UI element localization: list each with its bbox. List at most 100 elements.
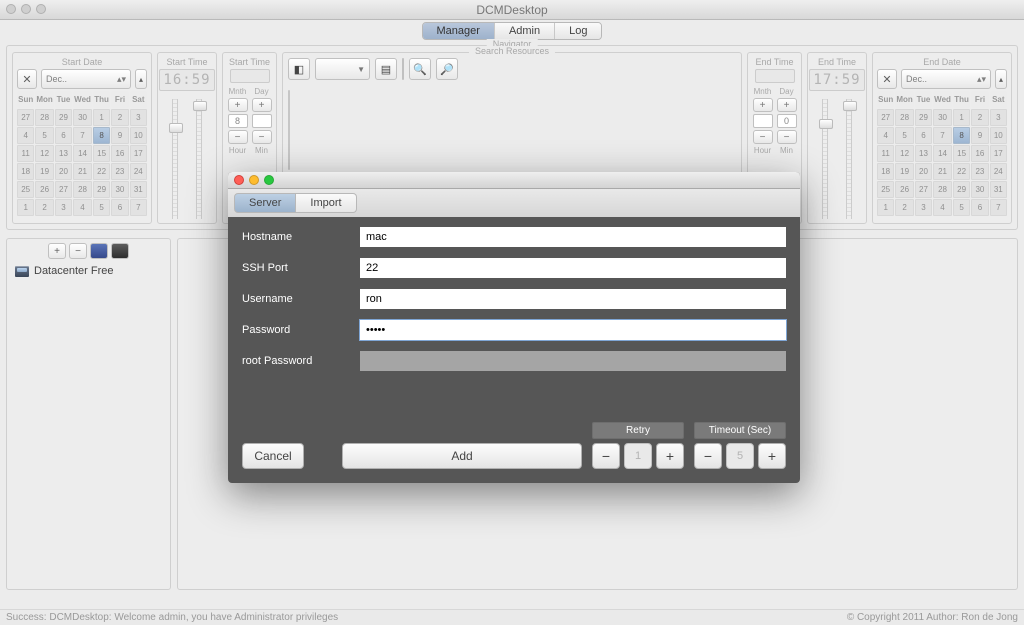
cal-day[interactable]: 16 (971, 145, 988, 162)
cal-day[interactable]: 17 (990, 145, 1007, 162)
cal-day[interactable]: 6 (971, 199, 988, 216)
add-button[interactable]: Add (342, 443, 582, 469)
cal-day[interactable]: 9 (971, 127, 988, 144)
cal-day[interactable]: 24 (130, 163, 147, 180)
cal-day[interactable]: 16 (111, 145, 128, 162)
tab-log[interactable]: Log (555, 23, 601, 39)
end-day-up[interactable]: + (777, 98, 797, 112)
cal-day[interactable]: 20 (55, 163, 72, 180)
cal-day[interactable]: 26 (35, 181, 53, 198)
cal-day[interactable]: 3 (130, 109, 147, 126)
cal-day[interactable]: 29 (915, 109, 932, 126)
cal-day[interactable]: 25 (17, 181, 34, 198)
cal-day[interactable]: 27 (877, 109, 894, 126)
retry-plus-button[interactable]: + (656, 443, 684, 469)
cal-day[interactable]: 28 (35, 109, 53, 126)
hostname-input[interactable] (360, 227, 786, 247)
cal-day[interactable]: 20 (915, 163, 932, 180)
rootpw-input[interactable] (360, 351, 786, 371)
start-mnth-up[interactable]: + (228, 98, 248, 112)
cal-day[interactable]: 6 (915, 127, 932, 144)
tree-add-button[interactable]: + (48, 243, 66, 259)
cal-day[interactable]: 23 (111, 163, 128, 180)
cal-day[interactable]: 27 (915, 181, 932, 198)
cal-day[interactable]: 7 (73, 127, 92, 144)
tree-remove-button[interactable]: − (69, 243, 87, 259)
cal-day[interactable]: 4 (17, 127, 34, 144)
start-date-clear-button[interactable]: ✕ (17, 69, 37, 89)
end-date-year-stepper[interactable]: ▴ (995, 69, 1007, 89)
cal-day[interactable]: 13 (55, 145, 72, 162)
cal-day[interactable]: 30 (73, 109, 92, 126)
cal-day[interactable]: 7 (130, 199, 147, 216)
password-input[interactable] (360, 320, 786, 340)
start-day-up[interactable]: + (252, 98, 272, 112)
cal-day[interactable]: 10 (130, 127, 147, 144)
cal-day[interactable]: 10 (990, 127, 1007, 144)
search-type2-icon[interactable]: ▤ (375, 58, 397, 80)
cal-day[interactable]: 29 (93, 181, 110, 198)
cal-day[interactable]: 14 (73, 145, 92, 162)
cal-day[interactable]: 21 (933, 163, 952, 180)
cal-day[interactable]: 15 (93, 145, 110, 162)
dialog-close-icon[interactable] (234, 175, 244, 185)
zoom-icon[interactable] (36, 4, 46, 14)
cal-day[interactable]: 23 (971, 163, 988, 180)
search-type1-icon[interactable]: ◧ (288, 58, 310, 80)
cal-day[interactable]: 13 (915, 145, 932, 162)
cal-day[interactable]: 31 (130, 181, 147, 198)
cal-day[interactable]: 2 (971, 109, 988, 126)
cal-day[interactable]: 30 (933, 109, 952, 126)
minimize-icon[interactable] (21, 4, 31, 14)
cal-day[interactable]: 5 (35, 127, 53, 144)
cal-day[interactable]: 12 (35, 145, 53, 162)
end-mnth-up[interactable]: + (753, 98, 773, 112)
cal-day[interactable]: 22 (953, 163, 970, 180)
tree-node-datacenter[interactable]: Datacenter Free (11, 263, 166, 279)
cal-day[interactable]: 4 (73, 199, 92, 216)
cal-day[interactable]: 15 (953, 145, 970, 162)
cal-day[interactable]: 4 (877, 127, 894, 144)
search-input[interactable] (402, 58, 404, 80)
end-hour-slider[interactable] (819, 119, 833, 129)
cal-day[interactable]: 28 (73, 181, 92, 198)
cal-day[interactable]: 3 (915, 199, 932, 216)
start-date-month-select[interactable]: Dec..▴▾ (41, 69, 131, 89)
cal-day[interactable]: 11 (877, 145, 894, 162)
cal-day[interactable]: 18 (877, 163, 894, 180)
tab-admin[interactable]: Admin (495, 23, 555, 39)
search-go-icon[interactable]: 🔍 (409, 58, 431, 80)
search-remote-icon[interactable]: 🔎 (436, 58, 458, 80)
cal-day[interactable]: 27 (55, 181, 72, 198)
cal-day[interactable]: 30 (971, 181, 988, 198)
dialog-tab-import[interactable]: Import (296, 193, 356, 213)
dialog-tab-server[interactable]: Server (234, 193, 296, 213)
cal-day[interactable]: 31 (990, 181, 1007, 198)
cal-day[interactable]: 4 (933, 199, 952, 216)
cal-day[interactable]: 5 (953, 199, 970, 216)
username-input[interactable] (360, 289, 786, 309)
cal-day[interactable]: 2 (895, 199, 913, 216)
start-date-year-stepper[interactable]: ▴ (135, 69, 147, 89)
cancel-button[interactable]: Cancel (242, 443, 304, 469)
cal-day[interactable]: 9 (111, 127, 128, 144)
cal-day[interactable]: 28 (933, 181, 952, 198)
cal-day[interactable]: 7 (933, 127, 952, 144)
cal-day[interactable]: 6 (111, 199, 128, 216)
cal-day[interactable]: 1 (93, 109, 110, 126)
cal-day[interactable]: 1 (17, 199, 34, 216)
cal-day[interactable]: 19 (895, 163, 913, 180)
start-hour-slider[interactable] (169, 123, 183, 133)
cal-day[interactable]: 1 (877, 199, 894, 216)
end-min-slider[interactable] (843, 101, 857, 111)
tab-manager[interactable]: Manager (423, 23, 495, 39)
cal-day[interactable]: 3 (55, 199, 72, 216)
cal-day[interactable]: 21 (73, 163, 92, 180)
end-date-clear-button[interactable]: ✕ (877, 69, 897, 89)
cal-day[interactable]: 8 (953, 127, 970, 144)
cal-day[interactable]: 8 (93, 127, 110, 144)
cal-day[interactable]: 5 (93, 199, 110, 216)
dialog-minimize-icon[interactable] (249, 175, 259, 185)
start-min-slider[interactable] (193, 101, 207, 111)
cal-day[interactable]: 17 (130, 145, 147, 162)
